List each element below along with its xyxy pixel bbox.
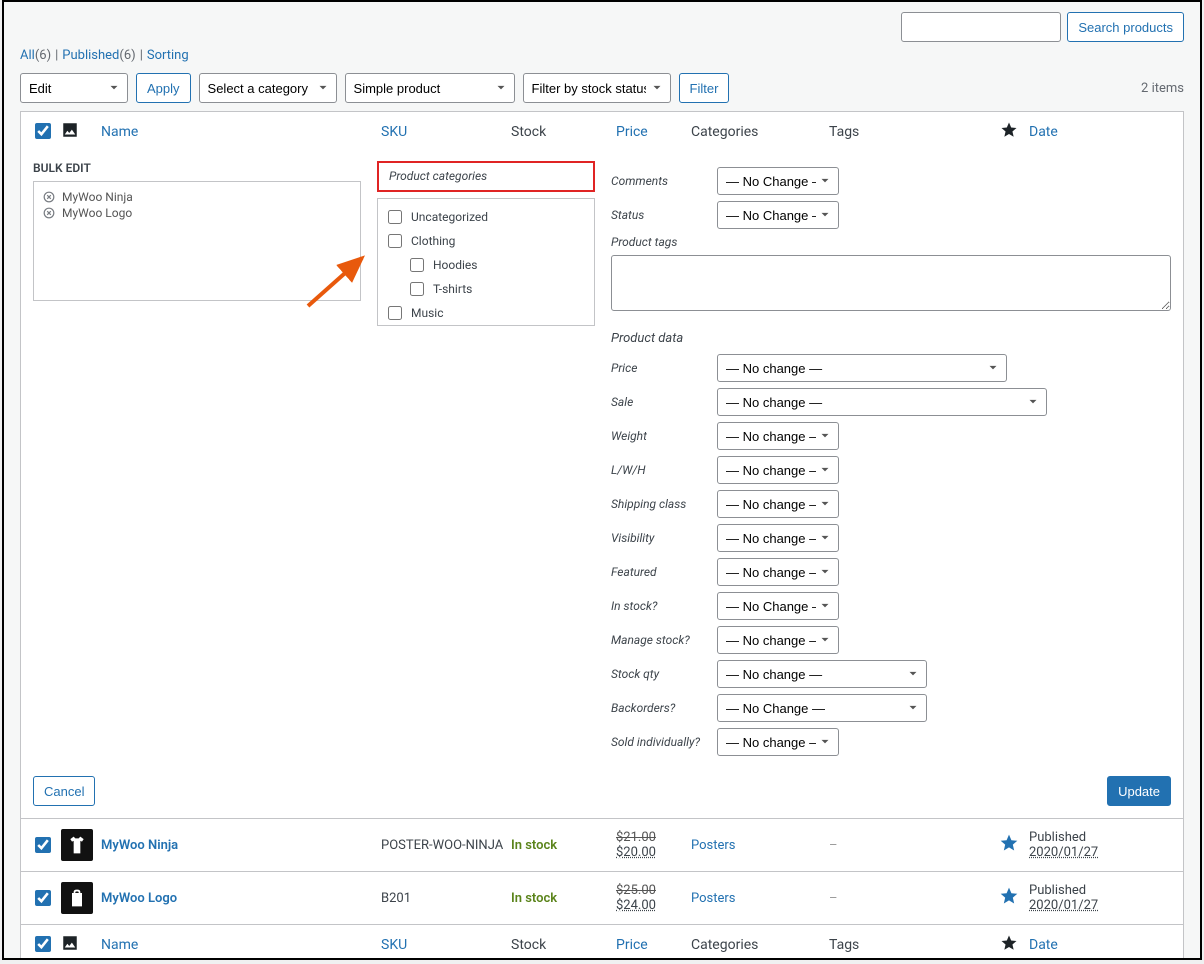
- featured-column-icon: [989, 934, 1029, 956]
- manage-stock-select[interactable]: — No change —: [717, 626, 839, 654]
- weight-select[interactable]: — No change —: [717, 422, 839, 450]
- select-all-checkbox-top[interactable]: [35, 123, 51, 139]
- product-data-heading: Product data: [611, 331, 1171, 346]
- thumbnail-column-icon: [61, 121, 101, 143]
- sort-sku[interactable]: SKU: [381, 124, 407, 140]
- product-name-link-0[interactable]: MyWoo Ninja: [101, 838, 178, 853]
- products-table-header: Name SKU Stock Price Categories Tags Dat…: [20, 111, 1184, 151]
- lwh-select[interactable]: — No change —: [717, 456, 839, 484]
- product-thumbnail-0[interactable]: [61, 829, 93, 861]
- stock-qty-select[interactable]: — No change —: [717, 660, 927, 688]
- featured-toggle-1[interactable]: [989, 886, 1029, 910]
- featured-toggle-0[interactable]: [989, 833, 1029, 857]
- filter-all[interactable]: All: [20, 48, 35, 63]
- shipping-class-select[interactable]: — No change —: [717, 490, 839, 518]
- price-select[interactable]: — No change —: [717, 354, 1007, 382]
- bulk-selected-list: MyWoo Ninja MyWoo Logo: [33, 181, 361, 301]
- product-thumbnail-1[interactable]: [61, 882, 93, 914]
- instock-select[interactable]: — No Change —: [717, 592, 839, 620]
- product-price-1: $25.00 $24.00: [616, 883, 691, 913]
- cat-clothing[interactable]: Clothing: [384, 231, 588, 251]
- sort-name-bottom[interactable]: Name: [101, 937, 138, 953]
- product-categories-list[interactable]: Uncategorized Clothing Hoodies T-shirts …: [378, 199, 594, 325]
- update-button[interactable]: Update: [1107, 776, 1171, 806]
- tags-column: Tags: [829, 124, 989, 140]
- selected-item-label: MyWoo Ninja: [62, 190, 133, 204]
- product-category-link-1[interactable]: Posters: [691, 891, 736, 906]
- featured-column-icon: [989, 121, 1029, 143]
- product-date-1: Published2020/01/27: [1029, 883, 1149, 913]
- bulk-edit-title: BULK EDIT: [33, 161, 361, 175]
- remove-selected-1[interactable]: [42, 206, 56, 220]
- product-name-link-1[interactable]: MyWoo Logo: [101, 891, 177, 906]
- sort-price[interactable]: Price: [616, 124, 648, 140]
- search-products-button[interactable]: Search products: [1067, 12, 1184, 42]
- cat-music[interactable]: Music: [384, 303, 588, 323]
- thumbnail-column-icon: [61, 934, 101, 956]
- product-category-link-0[interactable]: Posters: [691, 838, 736, 853]
- comments-select[interactable]: — No Change —: [717, 167, 839, 195]
- row-checkbox-0[interactable]: [35, 837, 51, 853]
- bulk-edit-panel: BULK EDIT MyWoo Ninja MyWoo Logo Product…: [20, 151, 1184, 819]
- selected-item-label: MyWoo Logo: [62, 206, 132, 220]
- cat-hoodies[interactable]: Hoodies: [406, 255, 588, 275]
- cancel-button[interactable]: Cancel: [33, 776, 95, 806]
- sort-sku-bottom[interactable]: SKU: [381, 937, 407, 953]
- product-search-input[interactable]: [901, 12, 1061, 42]
- sort-date-bottom[interactable]: Date: [1029, 937, 1058, 953]
- product-date-0: Published2020/01/27: [1029, 830, 1149, 860]
- cat-uncategorized[interactable]: Uncategorized: [384, 207, 588, 227]
- filter-published[interactable]: Published: [62, 48, 119, 63]
- product-sku-1: B201: [381, 891, 511, 906]
- sale-select[interactable]: — No change —: [717, 388, 1047, 416]
- product-categories-legend: Product categories: [377, 161, 595, 192]
- product-price-0: $21.00 $20.00: [616, 830, 691, 860]
- backorders-select[interactable]: — No Change —: [717, 694, 927, 722]
- product-sku-0: POSTER-WOO-NINJA: [381, 838, 511, 853]
- product-tags-0: –: [829, 838, 989, 853]
- apply-bulk-action-button[interactable]: Apply: [136, 73, 191, 103]
- select-all-checkbox-bottom[interactable]: [35, 936, 51, 952]
- product-stock-0: In stock: [511, 838, 616, 853]
- sort-name[interactable]: Name: [101, 124, 138, 140]
- product-tags-1: –: [829, 891, 989, 906]
- product-type-filter-select[interactable]: Simple product: [345, 73, 515, 103]
- items-count-top: 2 items: [1141, 81, 1184, 96]
- featured-select[interactable]: — No change —: [717, 558, 839, 586]
- category-filter-select[interactable]: Select a category: [199, 73, 337, 103]
- bulk-action-select[interactable]: Edit: [20, 73, 128, 103]
- remove-selected-0[interactable]: [42, 190, 56, 204]
- stock-column: Stock: [511, 124, 616, 140]
- products-table-footer: Name SKU Stock Price Categories Tags Dat…: [20, 925, 1184, 960]
- product-tags-input[interactable]: [611, 255, 1171, 311]
- sort-date[interactable]: Date: [1029, 124, 1058, 140]
- row-checkbox-1[interactable]: [35, 890, 51, 906]
- filter-sorting[interactable]: Sorting: [147, 48, 189, 63]
- product-row: MyWoo Ninja POSTER-WOO-NINJA In stock $2…: [20, 819, 1184, 872]
- cat-tshirts[interactable]: T-shirts: [406, 279, 588, 299]
- status-select[interactable]: — No Change —: [717, 201, 839, 229]
- visibility-select[interactable]: — No change —: [717, 524, 839, 552]
- product-stock-1: In stock: [511, 891, 616, 906]
- stock-status-filter-select[interactable]: Filter by stock status: [523, 73, 671, 103]
- product-row: MyWoo Logo B201 In stock $25.00 $24.00 P…: [20, 872, 1184, 925]
- sort-price-bottom[interactable]: Price: [616, 937, 648, 953]
- filter-button[interactable]: Filter: [679, 73, 730, 103]
- categories-column: Categories: [691, 124, 829, 140]
- status-filter-links: All (6) | Published (6) | Sorting: [20, 48, 1184, 63]
- sold-individually-select[interactable]: — No change —: [717, 728, 839, 756]
